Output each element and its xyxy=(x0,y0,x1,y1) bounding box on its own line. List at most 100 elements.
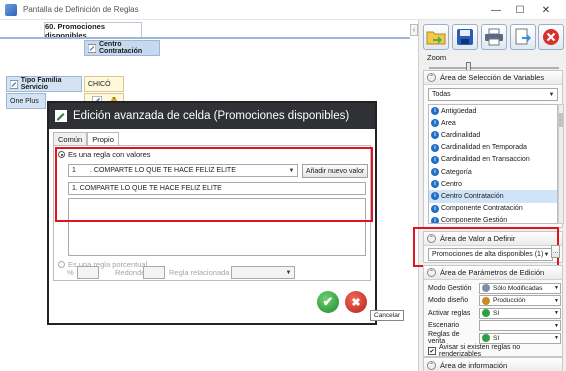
variables-section: ⌃ Área de Selección de Variables Todas ▼… xyxy=(423,70,564,228)
info-icon: i xyxy=(431,180,439,189)
cancel-button[interactable]: ✖ xyxy=(345,291,367,313)
rounding-input[interactable] xyxy=(143,266,165,279)
param-label: Modo diseño xyxy=(428,297,469,304)
scrollbar-thumb[interactable] xyxy=(559,113,563,127)
info-section-header[interactable]: ⌃ Área de información xyxy=(424,358,562,371)
param-select[interactable]: ▼ xyxy=(479,320,561,331)
checkbox-checked-icon[interactable]: ✔ xyxy=(428,347,436,355)
params-section-header[interactable]: ⌃ Área de Parámetros de Edición xyxy=(424,266,562,280)
chevron-down-icon: ▼ xyxy=(554,297,559,304)
param-value: Producción xyxy=(493,297,526,304)
param-value: SI xyxy=(493,334,500,342)
zoom-slider-track[interactable] xyxy=(429,67,559,69)
info-icon: i xyxy=(431,168,439,177)
save-button[interactable] xyxy=(452,24,478,50)
window-title: Pantalla de Definición de Reglas xyxy=(23,5,139,14)
info-icon: i xyxy=(431,155,439,164)
value-more-button[interactable]: … xyxy=(551,245,560,258)
floppy-disk-icon xyxy=(457,29,473,45)
folder-icon xyxy=(426,31,446,45)
param-row: Escenario ▼ xyxy=(428,320,564,332)
param-select[interactable]: SI ▼ xyxy=(479,307,561,319)
variables-list: i Antigüedad i Area i Cardinalidad i Cardinalid… xyxy=(428,104,558,224)
maximize-button[interactable]: ☐ xyxy=(510,0,530,20)
tab-propio[interactable]: Propio xyxy=(87,132,119,145)
variable-item[interactable]: i Centro xyxy=(429,178,557,190)
variable-item[interactable]: i Antigüedad xyxy=(429,105,557,117)
edit-icon xyxy=(10,79,18,89)
variable-item[interactable]: i Cardinalidad en Transaccion xyxy=(429,154,557,166)
info-icon: i xyxy=(431,204,439,213)
variables-filter-select[interactable]: Todas ▼ xyxy=(428,88,558,101)
variable-item[interactable]: i Area xyxy=(429,117,557,129)
collapse-caret-icon: ⌃ xyxy=(427,268,436,277)
window-titlebar: Pantalla de Definición de Reglas — ☐ ✕ xyxy=(0,0,566,20)
app-icon xyxy=(5,3,17,16)
dialog-title: Edición avanzada de celda (Promociones d… xyxy=(73,110,350,122)
edit-icon xyxy=(88,43,96,53)
param-label: Escenario xyxy=(428,322,460,329)
param-value: SI xyxy=(493,309,500,317)
info-icon: i xyxy=(431,131,439,140)
collapse-panel-arrow[interactable]: ‹ xyxy=(410,24,418,36)
chevron-down-icon: ▼ xyxy=(554,335,559,341)
values-highlight-frame xyxy=(55,147,373,222)
value-highlight-frame xyxy=(413,227,559,267)
variable-item[interactable]: i Categoría xyxy=(429,166,557,178)
print-button[interactable] xyxy=(481,24,507,50)
row-header-tipo-familia[interactable]: Tipo Familia Servicio xyxy=(6,76,82,92)
variable-label: Cardinalidad en Temporada xyxy=(441,144,527,152)
info-icon: i xyxy=(431,216,439,223)
row-label-one-plus[interactable]: One Plus xyxy=(6,93,46,109)
column-header-centro-contratacion[interactable]: Centro Contratación xyxy=(84,40,160,56)
tab-comun[interactable]: Común xyxy=(53,132,88,145)
variables-scrollbar[interactable] xyxy=(558,104,564,224)
variables-filter-value: Todas xyxy=(432,91,451,98)
factory-icon xyxy=(482,296,490,305)
cell-value: CHICÓ xyxy=(88,80,111,88)
percent-label: % xyxy=(67,268,74,277)
variable-item[interactable]: i Cardinalidad xyxy=(429,129,557,141)
variable-label: Categoría xyxy=(441,168,472,176)
param-label: Reglas de venta xyxy=(428,331,460,345)
related-rule-select[interactable]: ▼ xyxy=(231,266,295,279)
tab-promociones-disponibles[interactable]: 60. Promociones disponibles xyxy=(44,22,142,40)
checkmark-icon: ✔ xyxy=(322,294,334,309)
variable-label: Antigüedad xyxy=(441,107,477,115)
param-select[interactable]: Sólo Modificadas ▼ xyxy=(479,282,561,294)
close-icon xyxy=(543,29,559,45)
x-icon: ✖ xyxy=(351,296,361,309)
variable-item[interactable]: i Cardinalidad en Temporada xyxy=(429,142,557,154)
info-section-title: Área de información xyxy=(440,360,508,370)
grid-value-cell[interactable]: CHICÓ xyxy=(84,76,124,92)
open-folder-button[interactable] xyxy=(423,24,449,50)
close-screen-button[interactable] xyxy=(538,24,564,50)
param-select[interactable]: Producción ▼ xyxy=(479,295,561,306)
ok-button[interactable]: ✔ xyxy=(317,291,339,313)
variable-item[interactable]: i Centro Contratación xyxy=(429,190,557,203)
variable-item[interactable]: i Componente Contratación xyxy=(429,203,557,215)
param-row: Activar reglas SI ▼ xyxy=(428,307,564,319)
info-icon: i xyxy=(431,107,439,116)
chevron-down-icon: ▼ xyxy=(285,269,292,276)
printer-icon xyxy=(485,28,503,46)
percent-input[interactable] xyxy=(77,266,99,279)
minimize-button[interactable]: — xyxy=(486,0,506,20)
variable-label: Componente Gestión xyxy=(441,217,508,224)
param-row: Modo diseño Producción ▼ xyxy=(428,295,564,307)
advanced-cell-edit-dialog: Edición avanzada de celda (Promociones d… xyxy=(47,101,377,325)
row-label: One Plus xyxy=(10,97,39,105)
export-button[interactable] xyxy=(510,24,536,50)
non-renderable-label: Avisar si existen reglas no renderizable… xyxy=(439,344,521,358)
close-window-button[interactable]: ✕ xyxy=(536,0,556,20)
column-header-label: Centro Contratación xyxy=(98,41,143,55)
cancel-tooltip: Cancelar xyxy=(370,310,405,321)
info-icon: i xyxy=(431,192,439,201)
variable-label: Centro xyxy=(441,180,463,188)
variables-section-header[interactable]: ⌃ Área de Selección de Variables xyxy=(424,71,562,85)
non-renderable-warning[interactable]: ✔ Avisar si existen reglas no renderizab… xyxy=(428,344,564,358)
param-select[interactable]: SI ▼ xyxy=(479,332,561,344)
related-rule-label: Regla relacionada xyxy=(169,268,230,277)
chevron-down-icon: ▼ xyxy=(554,322,559,329)
variable-item[interactable]: i Componente Gestión xyxy=(429,215,557,224)
